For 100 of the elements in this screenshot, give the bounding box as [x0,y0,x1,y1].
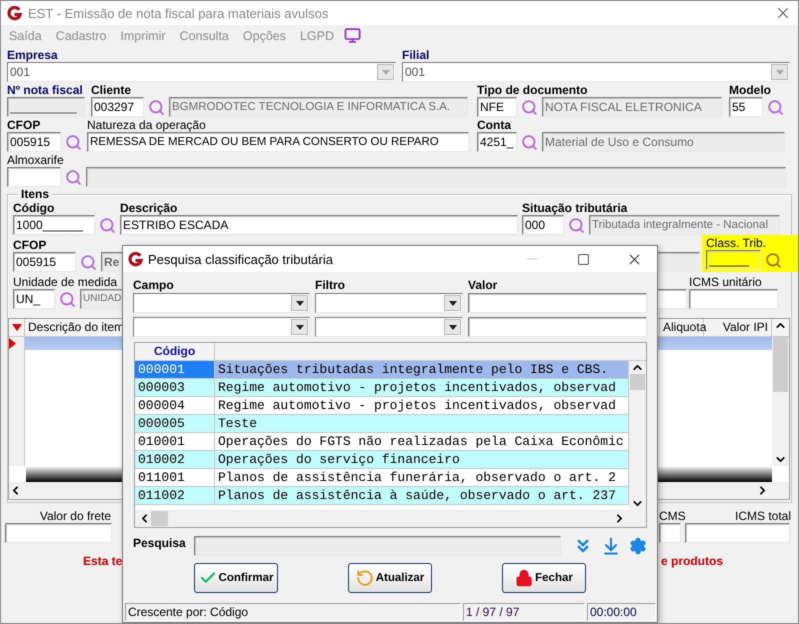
column-header[interactable]: Aliquota [660,319,704,336]
table-cell[interactable]: 000001 [135,361,215,378]
field-label: Unidade de medida [13,275,118,289]
input-field[interactable]: ______ [706,250,761,270]
search-icon[interactable] [767,98,784,116]
dropdown-button[interactable] [444,295,461,311]
field-combo[interactable] [133,317,310,337]
input-field[interactable] [7,167,61,187]
field-label: CMS [659,509,686,523]
filter-combo[interactable] [315,293,463,313]
field-label: Almoxarife [7,153,64,167]
field-label: Empresa [7,48,58,62]
status-text: Crescente por: Código [125,603,461,621]
search-icon[interactable] [59,290,76,308]
logo-icon [7,6,22,20]
field-combo[interactable] [133,293,310,313]
dropdown-button[interactable] [291,319,308,335]
search-icon[interactable] [65,134,82,150]
value-field[interactable] [468,317,647,337]
input-field[interactable]: 003297 [91,97,144,117]
input-field: Tributada integralmente - Nacional [589,215,780,235]
table-cell[interactable]: Regime automotivo - projetos incentivados, observad [215,379,629,396]
table-cell[interactable]: Situações tributadas integralmente pelo IBS e CBS. [215,361,629,378]
table-cell[interactable]: 011002 [135,487,215,504]
column-header[interactable] [9,319,25,336]
field-label: CFOP [7,118,40,132]
table-cell[interactable]: Planos de assistência à saúde, observado o art. 237 [215,487,629,504]
table-cell[interactable]: Operações do serviço financeiro [215,451,629,468]
search-icon[interactable] [80,254,97,270]
scroll-thumb[interactable] [151,511,168,526]
caret-icon [776,70,784,74]
scroll-thumb[interactable] [773,337,788,392]
field-label: Valor do frete [40,509,111,523]
input-field: BGMRODOTEC TECNOLOGIA E INFORMATICA S.A. [169,97,468,117]
window-title: EST - Emissão de nota fiscal para materiais avulsos [28,6,330,20]
input-field[interactable] [5,523,112,543]
input-field[interactable]: ESTRIBO ESCADA [120,215,518,235]
table-cell[interactable]: 000003 [135,379,215,396]
input-field[interactable] [685,523,790,543]
dropdown-button[interactable] [444,319,461,335]
search-icon[interactable] [521,134,538,150]
search-field[interactable] [194,536,561,556]
jump-to-end-icon[interactable] [601,536,621,556]
input-field[interactable]: 1000______ [13,215,95,235]
search-icon[interactable] [99,216,116,234]
search-icon[interactable] [148,98,165,116]
status-text: 00:00:00 [587,603,656,621]
column-header[interactable]: Código [135,343,215,360]
field-label: Pesquisa [133,536,187,550]
input-field: Material de Uso e Consumo [542,132,785,152]
input-field[interactable] [659,523,681,543]
input-field[interactable]: 55 [729,97,763,117]
search-icon[interactable] [568,216,585,234]
monitor-icon[interactable] [344,27,362,44]
field-label: Descrição [120,201,178,215]
lock-icon [515,569,534,587]
settings-icon[interactable] [629,537,647,555]
search-icon[interactable] [65,168,82,186]
filter-combo[interactable] [315,317,463,337]
input-field[interactable]: UN_ [13,289,55,309]
input-field[interactable]: 005915 [7,132,61,152]
table-cell[interactable]: Teste [215,415,629,432]
logo-icon [128,252,143,266]
refresh-icon [356,569,374,587]
input-field[interactable]: 000 [522,215,564,235]
field-label: Filtro [315,278,345,292]
field-label: Nº nota fiscal [7,83,83,97]
caret-icon [448,324,456,330]
field-label: Filial [402,48,430,62]
caret-icon [382,70,390,74]
caret-icon [296,300,304,306]
scroll-thumb[interactable] [630,374,645,390]
field-label: Natureza da operação [87,118,206,132]
caret-icon [296,324,304,330]
search-icon[interactable] [765,252,782,268]
field-label: Class. Trib. [706,236,766,250]
field-label: CFOP [13,238,46,252]
input-field[interactable]: NFE [477,97,517,117]
confirm-button[interactable]: Confirmar [194,563,278,593]
field-label: ICMS unitário [689,275,762,289]
field-label: Conta [477,118,511,132]
status-text: 1 / 97 / 97 [463,603,585,621]
search-icon[interactable] [521,98,538,116]
close-button[interactable]: Fechar [502,563,586,593]
dialog-title: Pesquisa classificação tributária [148,252,334,266]
input-field[interactable] [689,289,778,309]
input-field[interactable]: REMESSA DE MERCAD OU BEM PARA CONSERTO OU REPARO [87,132,469,152]
field-label: Código [13,201,54,215]
input-field[interactable]: __________ [7,97,85,117]
row-pointer-icon [9,338,16,349]
value-field[interactable] [468,293,647,313]
table-cell[interactable]: 000005 [135,415,215,432]
table-cell[interactable]: 010002 [135,451,215,468]
warning-text: e produtos [661,554,723,568]
company-combo[interactable]: 001 [7,62,396,82]
input-field[interactable]: 4251_ [477,132,517,152]
branch-combo[interactable]: 001 [402,62,790,82]
refresh-button[interactable]: Atualizar [348,563,432,593]
input-field[interactable]: 005915 [13,252,76,272]
dropdown-button[interactable] [291,295,308,311]
